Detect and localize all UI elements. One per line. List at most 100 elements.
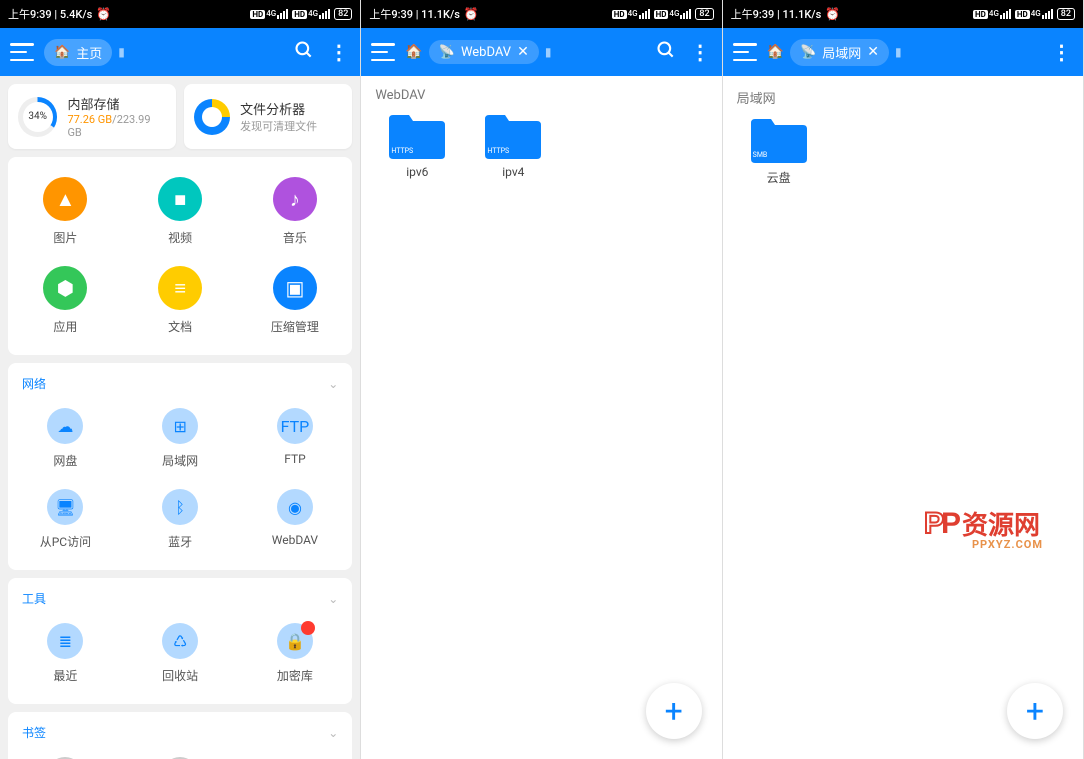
network-icon: 📡 <box>800 45 816 60</box>
close-tab-button[interactable]: ✕ <box>867 44 879 60</box>
category-docs[interactable]: ≡文档 <box>123 266 238 335</box>
breadcrumb: 🏠 主页 ▮ <box>44 36 282 68</box>
menu-button[interactable] <box>733 43 757 61</box>
breadcrumb: 🏠 📡 局域网 ✕ ▮ <box>767 36 1039 68</box>
top-bar: 🏠 📡 局域网 ✕ ▮ ⋮ <box>723 28 1083 76</box>
analyzer-title: 文件分析器 <box>240 99 317 118</box>
lan-icon: ⊞ <box>162 408 198 444</box>
bookmarks-title: 书签 <box>22 724 46 741</box>
ftp-icon: FTP <box>277 408 313 444</box>
search-button[interactable] <box>292 40 316 65</box>
network-pc[interactable]: 🖥从PC访问 <box>8 489 123 550</box>
bookmarks-section: 书签⌄ + ↓ <box>8 712 352 759</box>
network-clouddisk[interactable]: ☁网盘 <box>8 408 123 469</box>
screen-home: 上午9:39 | 5.4K/s ⏰ HD4G HD4G 82 🏠 主页 ▮ ⋮ … <box>0 0 361 759</box>
chevron-down-icon[interactable]: ⌄ <box>328 377 338 391</box>
section-label: WebDAV <box>361 76 721 111</box>
analyzer-sub: 发现可清理文件 <box>240 118 317 134</box>
status-time: 上午9:39 | 11.1K/s <box>369 6 460 22</box>
home-icon[interactable]: 🏠 <box>405 44 422 60</box>
tools-recycle[interactable]: ♺回收站 <box>123 623 238 684</box>
more-button[interactable]: ⋮ <box>1049 40 1073 64</box>
status-bar: 上午9:39 | 11.1K/s ⏰ HD4G HD4G 82 <box>361 0 721 28</box>
analyzer-icon <box>194 99 230 135</box>
status-time: 上午9:39 | 11.1K/s <box>731 6 822 22</box>
battery-icon: 82 <box>334 8 352 20</box>
alarm-icon: ⏰ <box>825 7 840 21</box>
network-lan[interactable]: ⊞局域网 <box>123 408 238 469</box>
menu-button[interactable] <box>10 43 34 61</box>
chevron-down-icon[interactable]: ⌄ <box>328 592 338 606</box>
content-home: 34% 内部存储 77.26 GB/223.99 GB 文件分析器 发现可清理文… <box>0 76 360 759</box>
breadcrumb-webdav[interactable]: 📡 WebDAV ✕ <box>429 40 539 64</box>
folder-ipv6[interactable]: HTTPS ipv6 <box>381 111 453 179</box>
image-icon: ▲ <box>43 177 87 221</box>
top-bar: 🏠 主页 ▮ ⋮ <box>0 28 360 76</box>
home-icon: 🏠 <box>54 45 70 60</box>
storage-title: 内部存储 <box>67 94 166 113</box>
cloud-icon: ☁ <box>47 408 83 444</box>
vault-icon: 🔒 <box>277 623 313 659</box>
folder-cloud[interactable]: SMB 云盘 <box>743 115 815 186</box>
section-label: 局域网 <box>723 76 1083 115</box>
alarm-icon: ⏰ <box>464 7 479 21</box>
network-section: 网络 ⌄ ☁网盘 ⊞局域网 FTPFTP 🖥从PC访问 ᛒ蓝牙 ◉WebDAV <box>8 363 352 570</box>
category-archives[interactable]: ▣压缩管理 <box>238 266 353 335</box>
folder-icon: HTTPS <box>387 111 447 159</box>
content-webdav: WebDAV HTTPS ipv6 HTTPS ipv4 <box>361 76 721 759</box>
category-apps[interactable]: ⬢应用 <box>8 266 123 335</box>
status-time: 上午9:39 | 5.4K/s <box>8 6 92 22</box>
storage-ring-icon: 34% <box>18 97 57 137</box>
network-webdav[interactable]: ◉WebDAV <box>238 489 353 550</box>
analyzer-card[interactable]: 文件分析器 发现可清理文件 <box>184 84 352 149</box>
webdav-icon: ◉ <box>277 489 313 525</box>
folder-icon: SMB <box>749 115 809 163</box>
recent-icon: ≣ <box>47 623 83 659</box>
breadcrumb-home[interactable]: 🏠 主页 <box>44 39 112 66</box>
storage-card[interactable]: 34% 内部存储 77.26 GB/223.99 GB <box>8 84 176 149</box>
tools-title: 工具 <box>22 590 46 607</box>
watermark: PP 资源网 PPXYZ.COM <box>924 505 1043 551</box>
fab-add-button[interactable]: + <box>1007 683 1063 739</box>
battery-icon: 82 <box>1057 8 1075 20</box>
doc-icon: ≡ <box>158 266 202 310</box>
breadcrumb: 🏠 📡 WebDAV ✕ ▮ <box>405 36 643 68</box>
tools-section: 工具 ⌄ ≣最近 ♺回收站 🔒加密库 <box>8 578 352 704</box>
folder-icon: HTTPS <box>483 111 543 159</box>
category-videos[interactable]: ■视频 <box>123 177 238 246</box>
menu-button[interactable] <box>371 43 395 61</box>
more-button[interactable]: ⋮ <box>688 40 712 64</box>
network-ftp[interactable]: FTPFTP <box>238 408 353 469</box>
network-bluetooth[interactable]: ᛒ蓝牙 <box>123 489 238 550</box>
status-bar: 上午9:39 | 5.4K/s ⏰ HD4G HD4G 82 <box>0 0 360 28</box>
bluetooth-icon: ᛒ <box>162 489 198 525</box>
network-title: 网络 <box>22 375 46 392</box>
content-lan: 局域网 SMB 云盘 PP 资源网 PPXYZ.COM <box>723 76 1083 759</box>
breadcrumb-trail-icon: ▮ <box>118 45 125 59</box>
alarm-icon: ⏰ <box>96 7 111 21</box>
folder-ipv4[interactable]: HTTPS ipv4 <box>477 111 549 179</box>
category-music[interactable]: ♪音乐 <box>238 177 353 246</box>
breadcrumb-lan[interactable]: 📡 局域网 ✕ <box>790 39 889 66</box>
home-icon[interactable]: 🏠 <box>767 44 784 60</box>
battery-icon: 82 <box>695 8 713 20</box>
top-bar: 🏠 📡 WebDAV ✕ ▮ ⋮ <box>361 28 721 76</box>
storage-sub: 77.26 GB/223.99 GB <box>67 113 166 139</box>
recycle-icon: ♺ <box>162 623 198 659</box>
music-icon: ♪ <box>273 177 317 221</box>
more-button[interactable]: ⋮ <box>326 40 350 64</box>
status-bar: 上午9:39 | 11.1K/s ⏰ HD4G HD4G 82 <box>723 0 1083 28</box>
tools-vault[interactable]: 🔒加密库 <box>238 623 353 684</box>
fab-add-button[interactable]: + <box>646 683 702 739</box>
breadcrumb-trail-icon: ▮ <box>545 45 552 59</box>
tools-recent[interactable]: ≣最近 <box>8 623 123 684</box>
search-button[interactable] <box>654 40 678 65</box>
breadcrumb-trail-icon: ▮ <box>895 45 902 59</box>
close-tab-button[interactable]: ✕ <box>517 44 529 60</box>
video-icon: ■ <box>158 177 202 221</box>
category-images[interactable]: ▲图片 <box>8 177 123 246</box>
screen-webdav: 上午9:39 | 11.1K/s ⏰ HD4G HD4G 82 🏠 📡 WebD… <box>361 0 722 759</box>
network-icon: 📡 <box>439 45 455 60</box>
chevron-down-icon[interactable]: ⌄ <box>328 726 338 740</box>
archive-icon: ▣ <box>273 266 317 310</box>
